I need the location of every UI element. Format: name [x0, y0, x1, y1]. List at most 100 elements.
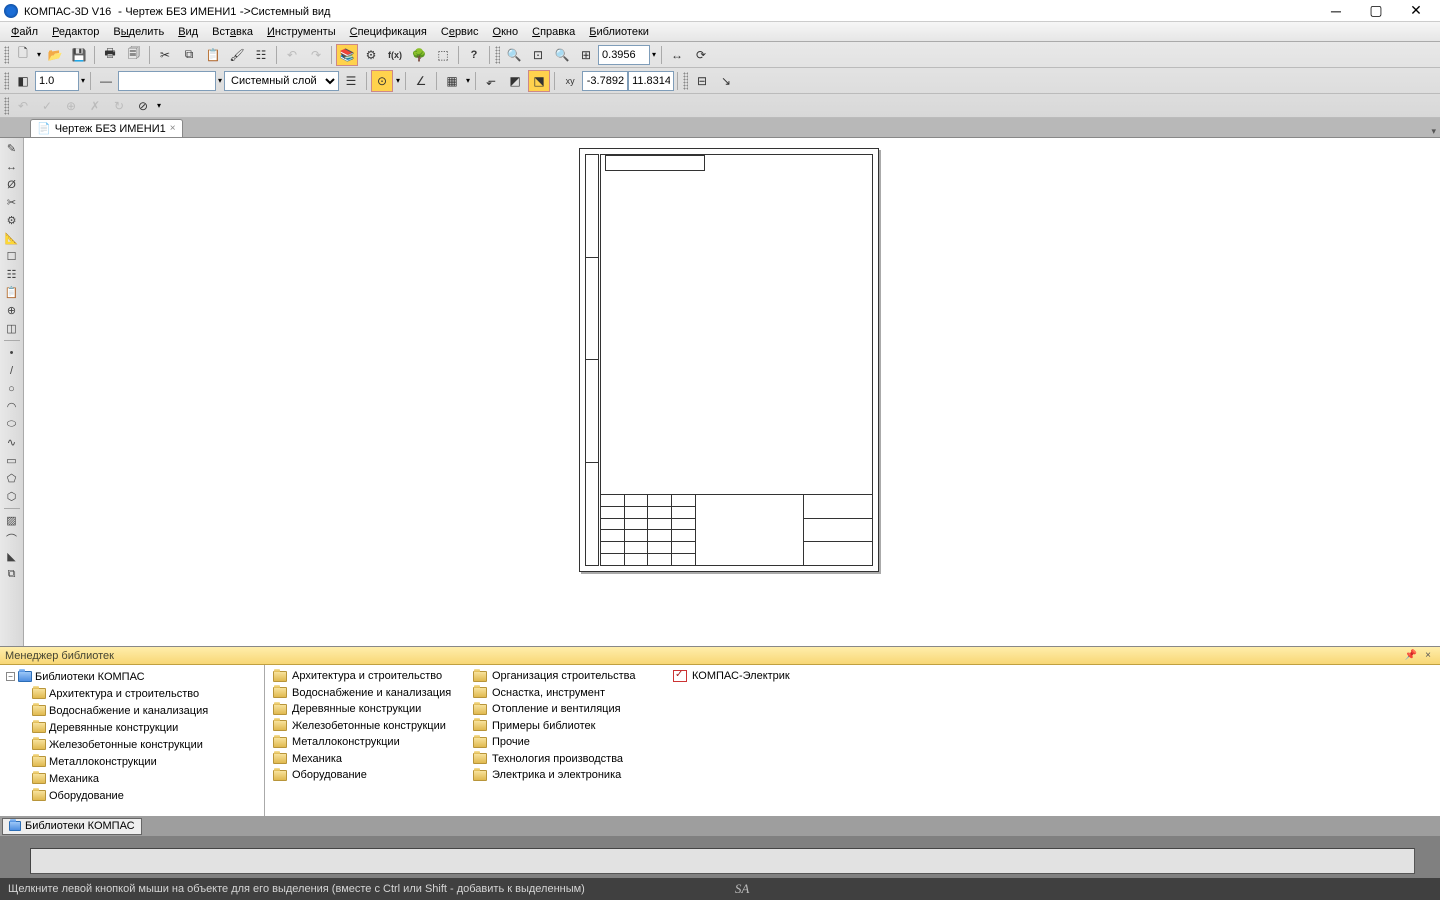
print-button[interactable]: 🖶 — [99, 44, 121, 66]
redo-button[interactable]: ↷ — [305, 44, 327, 66]
menu-select[interactable]: Выделить — [106, 24, 171, 40]
grid-dropdown-icon[interactable]: ▾ — [464, 76, 472, 85]
list-item[interactable]: Примеры библиотек — [473, 718, 673, 735]
tree-node[interactable]: Деревянные конструкции — [2, 719, 262, 736]
line-style-button[interactable]: — — [95, 70, 117, 92]
lt-hatch-icon[interactable]: ▨ — [2, 512, 22, 529]
zoom-value-input[interactable] — [598, 45, 650, 65]
layer-select[interactable]: Системный слой (0) — [224, 71, 339, 91]
lt-ellipse-icon[interactable]: ⬭ — [2, 416, 22, 433]
tb3-btn-3[interactable]: ⊕ — [60, 95, 82, 117]
lt-rect-icon[interactable]: ▭ — [2, 452, 22, 469]
tb3-btn-1[interactable]: ↶ — [12, 95, 34, 117]
scale-input[interactable] — [35, 71, 79, 91]
lt-arc-icon[interactable]: ◠ — [2, 398, 22, 415]
menu-editor[interactable]: Редактор — [45, 24, 106, 40]
panel-close-icon[interactable]: × — [1421, 649, 1435, 663]
lt-offset-icon[interactable]: ⧉ — [2, 566, 22, 583]
library-tab[interactable]: Библиотеки КОМПАС — [2, 818, 142, 835]
toolbar-grip[interactable] — [4, 46, 9, 64]
grid-button[interactable]: ▦ — [441, 70, 463, 92]
ortho-button[interactable]: ⬐ — [480, 70, 502, 92]
minimize-button[interactable]: ─ — [1316, 0, 1356, 22]
zoom-window-button[interactable]: ⊡ — [527, 44, 549, 66]
list-item[interactable]: Металлоконструкции — [273, 734, 473, 751]
tb3-btn-2[interactable]: ✓ — [36, 95, 58, 117]
maximize-button[interactable]: ▢ — [1356, 0, 1396, 22]
undo-button[interactable]: ↶ — [281, 44, 303, 66]
report-button[interactable]: ⬚ — [432, 44, 454, 66]
menu-libraries[interactable]: Библиотеки — [582, 24, 656, 40]
lt-views-icon[interactable]: ◫ — [2, 320, 22, 337]
lt-insert-icon[interactable]: ⊕ — [2, 302, 22, 319]
list-item[interactable]: Оборудование — [273, 767, 473, 784]
copy-props-button[interactable]: 🖌 — [226, 44, 248, 66]
command-input[interactable] — [30, 848, 1415, 874]
tb3-dropdown-icon[interactable]: ▾ — [155, 101, 163, 110]
menu-window[interactable]: Окно — [486, 24, 526, 40]
menu-service[interactable]: Сервис — [434, 24, 486, 40]
tb3-btn-5[interactable]: ↻ — [108, 95, 130, 117]
lt-edit-icon[interactable]: ✂ — [2, 194, 22, 211]
lt-report-icon[interactable]: 📋 — [2, 284, 22, 301]
snap-button[interactable]: ⊙ — [371, 70, 393, 92]
scale-dropdown-icon[interactable]: ▾ — [79, 76, 87, 85]
properties-button[interactable]: ☷ — [250, 44, 272, 66]
lt-spline-icon[interactable]: ∿ — [2, 434, 22, 451]
lt-dimensions-icon[interactable]: ↔ — [2, 158, 22, 175]
list-item[interactable]: Прочие — [473, 734, 673, 751]
menu-view[interactable]: Вид — [171, 24, 205, 40]
lt-contour-icon[interactable]: ⬡ — [2, 488, 22, 505]
misc-button-1[interactable]: ⊟ — [691, 70, 713, 92]
library-manager-button[interactable]: 📚 — [336, 44, 358, 66]
coord-x-input[interactable] — [582, 71, 628, 91]
drawing-canvas[interactable] — [24, 138, 1440, 646]
variables-button[interactable]: ⚙ — [360, 44, 382, 66]
print-preview-button[interactable]: 🗐 — [123, 44, 145, 66]
save-button[interactable]: 💾 — [68, 44, 90, 66]
move-view-button[interactable]: ↔ — [666, 44, 688, 66]
menu-file[interactable]: Файл — [4, 24, 45, 40]
tree-node[interactable]: Оборудование — [2, 787, 262, 804]
coord-mode-button[interactable]: xy — [559, 70, 581, 92]
library-tree[interactable]: − Библиотеки КОМПАС Архитектура и строит… — [0, 665, 265, 816]
lt-poly-icon[interactable]: ⬠ — [2, 470, 22, 487]
menu-tools[interactable]: Инструменты — [260, 24, 343, 40]
tree-root-node[interactable]: − Библиотеки КОМПАС — [2, 668, 262, 685]
zoom-prev-button[interactable]: 🔍 — [551, 44, 573, 66]
list-item[interactable]: Механика — [273, 751, 473, 768]
state-button[interactable]: ◧ — [12, 70, 34, 92]
angle-button[interactable]: ∠ — [410, 70, 432, 92]
tree-node[interactable]: Металлоконструкции — [2, 753, 262, 770]
lt-params-icon[interactable]: ⚙ — [2, 212, 22, 229]
snap-dropdown-icon[interactable]: ▾ — [394, 76, 402, 85]
tree-node[interactable]: Архитектура и строительство — [2, 685, 262, 702]
menu-spec[interactable]: Спецификация — [343, 24, 434, 40]
panel-pin-icon[interactable]: 📌 — [1404, 649, 1418, 663]
list-item[interactable]: Электрика и электроника — [473, 767, 673, 784]
tree-node[interactable]: Железобетонные конструкции — [2, 736, 262, 753]
new-dropdown-icon[interactable]: ▾ — [35, 50, 43, 59]
lt-chamfer-icon[interactable]: ◣ — [2, 548, 22, 565]
list-item[interactable]: Организация строительства — [473, 668, 673, 685]
lt-point-icon[interactable]: • — [2, 344, 22, 361]
tree-node[interactable]: Механика — [2, 770, 262, 787]
copy-button[interactable]: ⧉ — [178, 44, 200, 66]
lt-line-icon[interactable]: / — [2, 362, 22, 379]
close-button[interactable]: ✕ — [1396, 0, 1436, 22]
round-button[interactable]: ◩ — [504, 70, 526, 92]
list-item[interactable]: Железобетонные конструкции — [273, 718, 473, 735]
document-tab[interactable]: 📄 Чертеж БЕЗ ИМЕНИ1 × — [30, 119, 183, 137]
refresh-button[interactable]: ⟳ — [690, 44, 712, 66]
list-item[interactable]: Оснастка, инструмент — [473, 685, 673, 702]
list-item[interactable]: Архитектура и строительство — [273, 668, 473, 685]
list-item[interactable]: Отопление и вентиляция — [473, 701, 673, 718]
zoom-dropdown-icon[interactable]: ▾ — [650, 50, 658, 59]
tree-button[interactable]: 🌳 — [408, 44, 430, 66]
library-manager-header[interactable]: Менеджер библиотек 📌 × — [0, 647, 1440, 665]
expander-icon[interactable]: − — [6, 672, 15, 681]
coord-y-input[interactable] — [628, 71, 674, 91]
new-button[interactable]: 🗋 — [12, 44, 34, 66]
tab-overflow-icon[interactable]: ▾ — [1431, 126, 1436, 137]
tb3-btn-6[interactable]: ⊘ — [132, 95, 154, 117]
